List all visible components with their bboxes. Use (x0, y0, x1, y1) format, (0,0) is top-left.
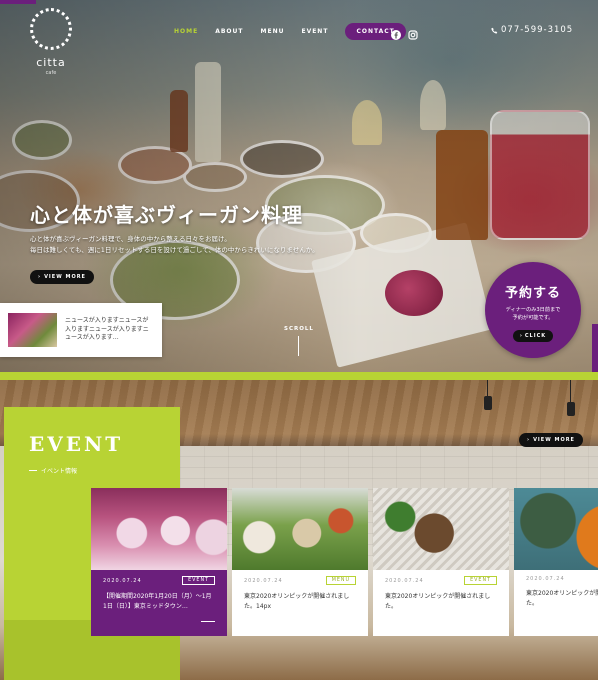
main-nav: HOME ABOUT MENU EVENT CONTACT (174, 23, 406, 40)
event-card[interactable]: 2020.07.24 EVENT 【開催期間2020年1月20日（月）〜1月1日… (91, 488, 227, 636)
event-card[interactable]: 2020.07.24 EVENT 東京2020オリンピックが開催されました。 (373, 488, 509, 636)
pendant-lamp-image (484, 380, 492, 410)
nav-item-event[interactable]: EVENT (301, 28, 328, 35)
hero-view-more-label: VIEW MORE (44, 274, 86, 280)
food-bowl-image (373, 488, 509, 570)
news-thumbnail-image (8, 313, 57, 347)
reserve-title: 予約する (504, 286, 561, 301)
event-card-list: 2020.07.24 EVENT 【開催期間2020年1月20日（月）〜1月1日… (91, 488, 598, 636)
event-card-tag: EVENT (464, 576, 497, 585)
reserve-badge[interactable]: 予約する ディナーのみ3日前まで 予約が可能です。 › CLICK (485, 262, 581, 358)
green-divider-band (0, 372, 598, 380)
hero-view-more-button[interactable]: › VIEW MORE (30, 270, 94, 284)
event-card-tag: EVENT (182, 576, 215, 585)
hero-description: 心と体が喜ぶヴィーガン料理で、身体の中から整える日々をお届け。 毎日は難しくても… (30, 234, 370, 255)
pendant-lamp-image (567, 380, 575, 416)
chevron-right-icon: › (527, 437, 531, 443)
event-subtitle: イベント情報 (29, 466, 77, 475)
event-card[interactable]: 2020.07.24 MENU 東京2020オリンピックが開催されました。14p… (232, 488, 368, 636)
event-card-body: 2020.07.24 MENU 東京2020オリンピックが開催されました。14p… (232, 570, 368, 611)
reserve-note-line: ディナーのみ3日前まで (505, 307, 561, 313)
phone-text: 077-599-3105 (501, 25, 574, 35)
site-logo[interactable]: citta cafe (26, 8, 76, 76)
event-card-date: 2020.07.24 (103, 577, 142, 584)
event-card-body: 2020.07.24 東京2020オリンピックが開催されました。 (514, 570, 598, 608)
phone-number[interactable]: 077-599-3105 (491, 25, 573, 35)
purple-corner-accent (0, 0, 36, 4)
scroll-indicator[interactable]: SCROLL (284, 326, 314, 356)
hero-description-line: 心と体が喜ぶヴィーガン料理で、身体の中から整える日々をお届け。 (30, 235, 231, 243)
phone-icon (491, 27, 498, 34)
event-section: EVENT イベント情報 › VIEW MORE 2020.07.24 EVEN… (0, 380, 598, 680)
event-title: EVENT (29, 432, 124, 456)
event-card-text: 東京2020オリンピックが開催されました。 (526, 590, 598, 607)
event-card-date: 2020.07.24 (526, 576, 565, 582)
event-card[interactable]: 2020.07.24 東京2020オリンピックが開催されました。 (514, 488, 598, 636)
news-text: ニュースが入りますニュースが入りますニュースが入りますニュースが入ります… (65, 316, 149, 342)
event-card-body: 2020.07.24 EVENT 東京2020オリンピックが開催されました。 (373, 570, 509, 611)
reserve-click-button[interactable]: › CLICK (512, 330, 554, 343)
facebook-icon[interactable] (391, 25, 401, 40)
nav-item-home[interactable]: HOME (174, 28, 198, 35)
chevron-right-icon: › (519, 333, 523, 340)
event-card-meta: 2020.07.24 EVENT (103, 576, 215, 585)
chevron-right-icon: › (38, 274, 42, 280)
radish-image (91, 488, 227, 570)
nav-item-menu[interactable]: MENU (261, 28, 285, 35)
event-card-meta: 2020.07.24 EVENT (385, 576, 497, 585)
event-card-date: 2020.07.24 (385, 577, 424, 584)
instagram-icon[interactable] (408, 25, 418, 40)
event-card-date: 2020.07.24 (244, 577, 283, 584)
logo-mark-icon (30, 8, 72, 50)
nav-item-about[interactable]: ABOUT (215, 28, 243, 35)
hero-section: citta cafe HOME ABOUT MENU EVENT CONTACT… (0, 0, 598, 378)
event-card-meta: 2020.07.24 MENU (244, 576, 356, 585)
social-links (391, 25, 418, 40)
hero-description-line: 毎日は難しくても、週に1日リセットする日を設けて過ごして、体の中からきれいになり… (30, 245, 319, 254)
event-card-body: 2020.07.24 EVENT 【開催期間2020年1月20日（月）〜1月1日… (91, 570, 227, 611)
page: citta cafe HOME ABOUT MENU EVENT CONTACT… (0, 0, 598, 680)
logo-name: citta (36, 56, 66, 69)
event-view-more-label: VIEW MORE (533, 437, 575, 443)
news-card[interactable]: ニュースが入りますニュースが入りますニュースが入りますニュースが入ります… (0, 303, 162, 357)
event-card-meta: 2020.07.24 (526, 576, 598, 582)
event-card-text: 【開催期間2020年1月20日（月）〜1月1日（日）】東京ミッドタウン… (103, 593, 212, 610)
event-card-text: 東京2020オリンピックが開催されました。14px (244, 593, 350, 610)
arrow-right-icon (201, 621, 215, 622)
pumpkin-image (514, 488, 598, 570)
event-card-tag: MENU (325, 576, 356, 585)
logo-subtitle: cafe (45, 70, 57, 76)
event-view-more-button[interactable]: › VIEW MORE (519, 433, 583, 447)
reserve-click-label: CLICK (524, 333, 547, 340)
purple-edge-accent (592, 324, 598, 378)
hero-title: 心と体が喜ぶヴィーガン料理 (30, 203, 303, 227)
reserve-note-line: 予約が可能です。 (512, 315, 554, 322)
food-spread-image (232, 488, 368, 570)
event-card-text: 東京2020オリンピックが開催されました。 (385, 593, 491, 610)
